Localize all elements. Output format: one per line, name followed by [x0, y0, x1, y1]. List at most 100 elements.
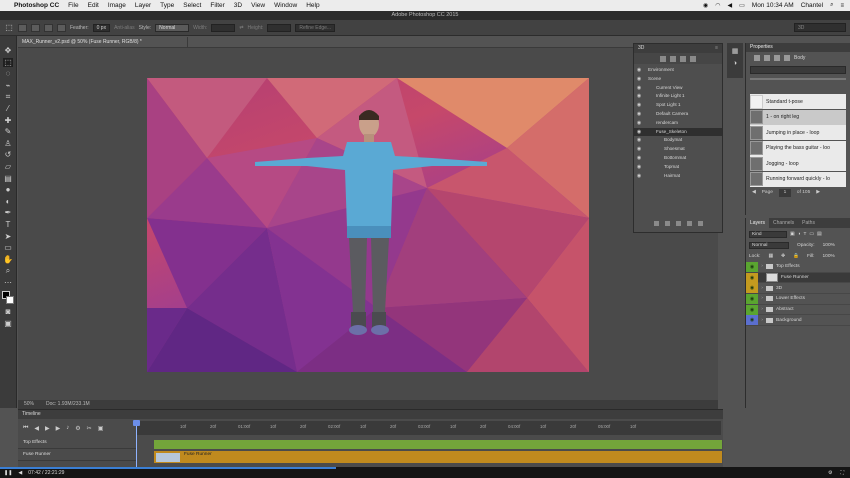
shape-tool-icon[interactable]: ▭	[3, 243, 13, 252]
menu-window[interactable]: Window	[274, 2, 297, 9]
settings-icon[interactable]: ⚙	[828, 470, 832, 476]
layer-row[interactable]: ◉ › Top Effects	[746, 261, 850, 273]
material-filter-icon[interactable]	[680, 55, 686, 62]
eye-icon[interactable]: ◉	[634, 145, 644, 154]
volume-icon[interactable]: ◀	[18, 470, 22, 476]
eyedropper-tool-icon[interactable]: ⁄	[3, 104, 13, 113]
intersect-selection-button[interactable]	[57, 23, 66, 32]
subtract-selection-button[interactable]	[44, 23, 53, 32]
marquee-tool-icon[interactable]: ⬚	[3, 57, 13, 67]
layer-kind-select[interactable]: Kind	[749, 230, 787, 238]
screen-record-icon[interactable]: ◉	[703, 2, 708, 9]
eye-icon[interactable]: ◉	[634, 66, 644, 75]
fuse-runner-clip[interactable]: Fuse Runner	[154, 451, 722, 463]
filter-adjust-icon[interactable]: ◑	[798, 232, 801, 237]
type-tool-icon[interactable]: T	[3, 220, 13, 229]
swap-icon[interactable]: ⇄	[239, 25, 243, 31]
page-input[interactable]: 1	[778, 189, 791, 197]
eye-icon[interactable]: ◉	[634, 101, 644, 110]
menu-view[interactable]: View	[251, 2, 265, 9]
adjustments-panel-icon[interactable]: ◑	[733, 60, 737, 67]
zoom-level[interactable]: 50%	[24, 400, 34, 409]
eye-icon[interactable]: ◉	[634, 128, 644, 137]
background-color[interactable]	[6, 296, 14, 305]
history-brush-icon[interactable]: ↺	[3, 150, 13, 159]
refine-edge-button[interactable]: Refine Edge...	[295, 23, 336, 32]
visibility-eye-icon[interactable]: ◉	[746, 293, 758, 304]
tab-paths[interactable]: Paths	[798, 218, 819, 228]
menu-clock[interactable]: Mon 10:34 AM	[752, 2, 794, 9]
marquee-tool-icon[interactable]: ⬚	[4, 23, 14, 32]
eye-icon[interactable]: ◉	[634, 119, 644, 128]
eye-icon[interactable]: ◉	[634, 110, 644, 119]
eye-icon[interactable]: ◉	[634, 154, 644, 163]
eye-icon[interactable]: ◉	[634, 75, 644, 84]
3d-item[interactable]: ◉ Hairmat	[634, 172, 722, 181]
split-icon[interactable]: ✂	[87, 425, 92, 432]
timeline-ruler[interactable]: 10f 20f 01:00f 10f 20f 02:00f 10f 20f 03…	[136, 421, 721, 435]
hand-tool-icon[interactable]: ✋	[3, 255, 13, 264]
color-swatches[interactable]	[2, 291, 14, 305]
spotlight-icon[interactable]: ⌕	[830, 2, 833, 9]
light-filter-icon[interactable]	[690, 55, 696, 62]
filter-pixel-icon[interactable]: ▣	[790, 232, 795, 237]
layer-row-selected[interactable]: ◉ Fuse Runner	[746, 272, 850, 284]
layer-row[interactable]: ◉ › Background	[746, 315, 850, 327]
menu-type[interactable]: Type	[160, 2, 174, 9]
eye-icon[interactable]: ◉	[634, 136, 644, 145]
workspace-select[interactable]: 3D	[794, 23, 846, 32]
dodge-tool-icon[interactable]: ◐	[3, 197, 13, 206]
visibility-eye-icon[interactable]: ◉	[746, 261, 758, 272]
3d-item[interactable]: ◉ Default Camera	[634, 110, 722, 119]
3d-panel-title[interactable]: 3D	[638, 44, 644, 53]
render-icon[interactable]	[653, 221, 659, 226]
lock-all-icon[interactable]: 🔒	[793, 254, 799, 259]
3d-item[interactable]: ◉ Current View	[634, 84, 722, 93]
tab-channels[interactable]: Channels	[769, 218, 798, 228]
screen-mode-icon[interactable]: ▣	[3, 319, 13, 328]
filter-shape-icon[interactable]: ▭	[809, 232, 814, 237]
blend-mode-select[interactable]: Normal	[749, 242, 789, 249]
menu-filter[interactable]: Filter	[210, 2, 224, 9]
folder-toggle-icon[interactable]: ›	[758, 318, 766, 323]
quick-mask-icon[interactable]: ◙	[3, 307, 13, 316]
height-input[interactable]	[267, 23, 292, 32]
layer-row[interactable]: ◉ › 3D	[746, 283, 850, 295]
scene-filter-icon[interactable]	[660, 55, 666, 62]
gradient-tool-icon[interactable]: ▤	[3, 174, 13, 183]
thumbnail-size-slider[interactable]	[750, 78, 846, 80]
panel-menu-icon[interactable]: ≡	[715, 44, 722, 53]
wifi-icon[interactable]: ◠	[715, 2, 720, 9]
settings-icon[interactable]: ⚙	[75, 425, 80, 432]
prev-page-icon[interactable]: ◀	[752, 189, 756, 197]
antialias-checkbox[interactable]: Anti-alias	[114, 25, 135, 31]
healing-tool-icon[interactable]: ✚	[3, 116, 13, 125]
animation-item-selected[interactable]: 1 - on right leg	[750, 109, 846, 125]
more-tools-icon[interactable]: ⋯	[3, 278, 13, 287]
timeline-playhead[interactable]	[136, 420, 137, 467]
fullscreen-icon[interactable]: ⛶	[840, 470, 844, 476]
menu-app-name[interactable]: Photoshop CC	[14, 2, 59, 9]
menu-image[interactable]: Image	[108, 2, 126, 9]
3d-item[interactable]: ◉ Topmat	[634, 163, 722, 172]
playhead-handle[interactable]	[133, 420, 140, 426]
layer-row[interactable]: ◉ › Abstract	[746, 304, 850, 316]
animation-item[interactable]: Jogging - loop	[750, 156, 846, 171]
folder-toggle-icon[interactable]: ›	[758, 307, 766, 312]
filter-smart-icon[interactable]: ▤	[817, 232, 822, 237]
transition-icon[interactable]: ▣	[98, 425, 104, 432]
folder-toggle-icon[interactable]: ›	[758, 296, 766, 301]
lock-pixels-icon[interactable]: ▦	[768, 254, 773, 259]
zoom-tool-icon[interactable]: ⌕	[3, 266, 13, 275]
crop-tool-icon[interactable]: ⌗	[3, 92, 13, 101]
timeline-title[interactable]: Timeline	[18, 410, 723, 419]
fill-input[interactable]: 100%	[823, 254, 835, 259]
move-tool-icon[interactable]: ✥	[3, 46, 13, 55]
opacity-input[interactable]: 100%	[823, 243, 835, 248]
properties-panel-icon[interactable]: ▦	[732, 47, 739, 55]
pause-icon[interactable]: ❚❚	[4, 470, 12, 476]
menu-user[interactable]: Chantel	[801, 2, 823, 9]
document-tab[interactable]: MAX_Runner_v2.psd @ 50% (Fuse Runner, RG…	[18, 37, 188, 47]
path-select-tool-icon[interactable]: ➤	[3, 232, 13, 241]
duplicate-icon[interactable]	[686, 221, 692, 226]
